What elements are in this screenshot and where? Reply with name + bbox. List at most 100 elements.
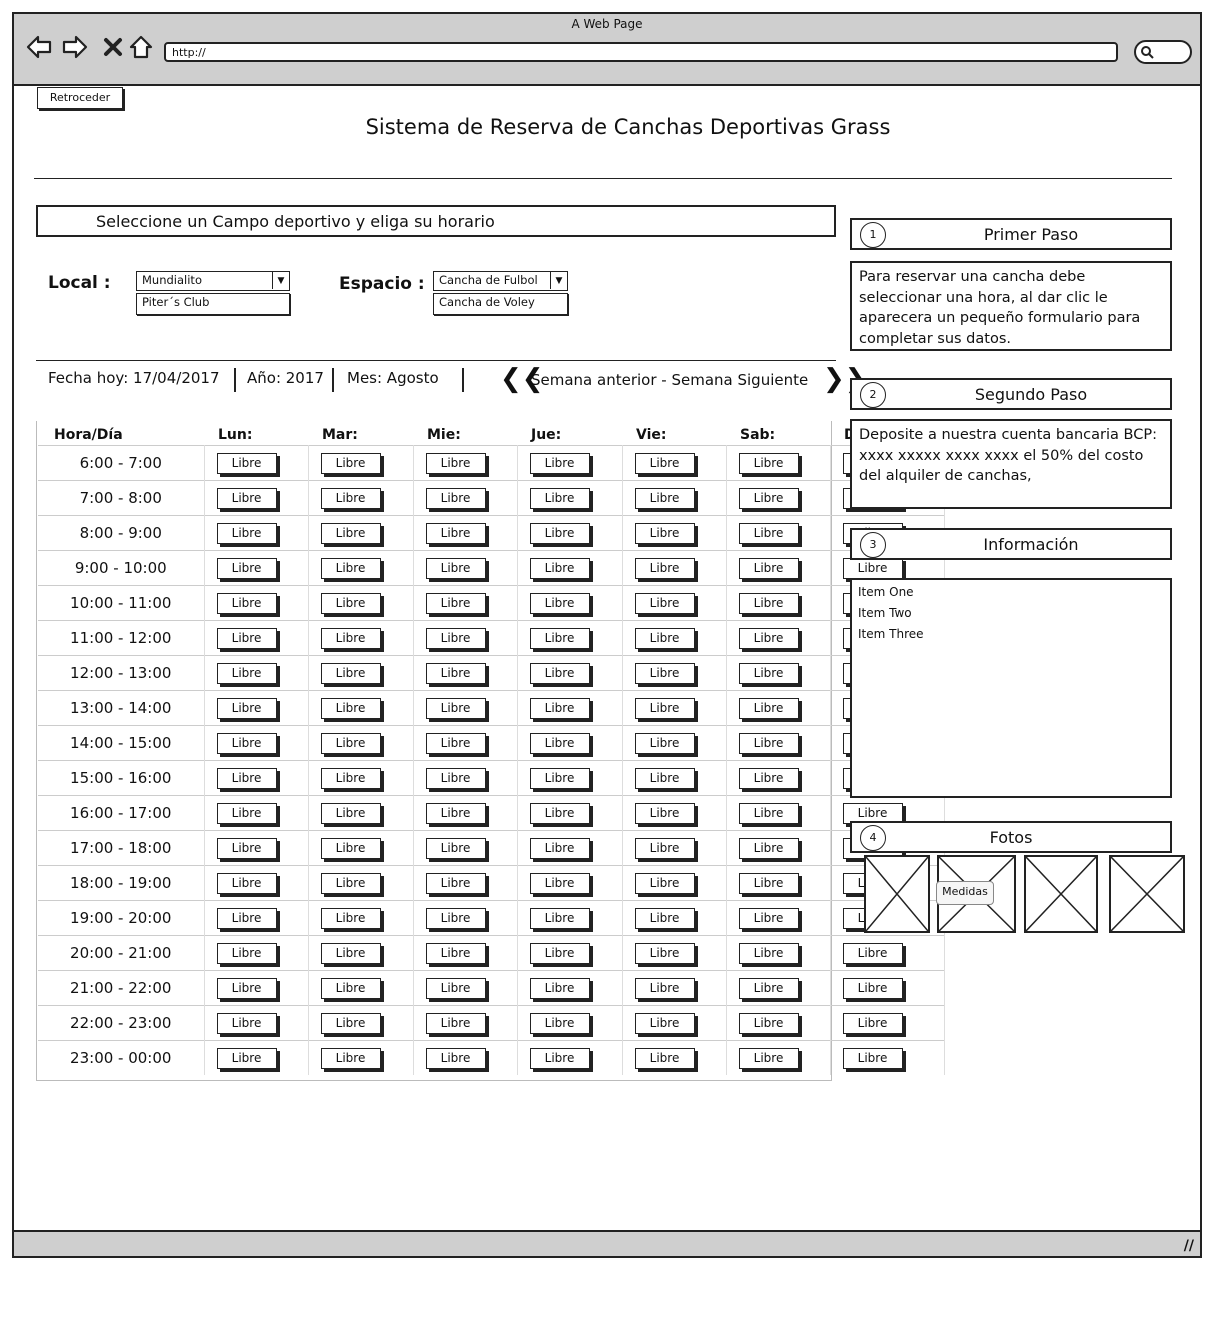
slot-button[interactable]: Libre (529, 907, 590, 929)
slot-button[interactable]: Libre (216, 767, 277, 789)
slot-button[interactable]: Libre (425, 697, 486, 719)
slot-button[interactable]: Libre (425, 767, 486, 789)
slot-button[interactable]: Libre (738, 662, 799, 684)
slot-button[interactable]: Libre (425, 487, 486, 509)
slot-button[interactable]: Libre (634, 1047, 695, 1069)
slot-button[interactable]: Libre (634, 872, 695, 894)
slot-button[interactable]: Libre (842, 1047, 903, 1069)
slot-button[interactable]: Libre (425, 1047, 486, 1069)
forward-arrow-icon[interactable] (62, 34, 88, 60)
slot-button[interactable]: Libre (216, 697, 277, 719)
slot-button[interactable]: Libre (216, 837, 277, 859)
slot-button[interactable]: Libre (425, 452, 486, 474)
slot-button[interactable]: Libre (425, 802, 486, 824)
slot-button[interactable]: Libre (529, 767, 590, 789)
slot-button[interactable]: Libre (634, 802, 695, 824)
slot-button[interactable]: Libre (738, 557, 799, 579)
slot-button[interactable]: Libre (738, 837, 799, 859)
slot-button[interactable]: Libre (634, 837, 695, 859)
slot-button[interactable]: Libre (425, 522, 486, 544)
slot-button[interactable]: Libre (216, 522, 277, 544)
slot-button[interactable]: Libre (529, 697, 590, 719)
slot-button[interactable]: Libre (529, 802, 590, 824)
back-button[interactable]: Retroceder (37, 87, 123, 109)
slot-button[interactable]: Libre (529, 1012, 590, 1034)
slot-button[interactable]: Libre (320, 767, 381, 789)
slot-button[interactable]: Libre (529, 872, 590, 894)
slot-button[interactable]: Libre (216, 1047, 277, 1069)
slot-button[interactable]: Libre (320, 732, 381, 754)
slot-button[interactable]: Libre (425, 837, 486, 859)
slot-button[interactable]: Libre (634, 557, 695, 579)
slot-button[interactable]: Libre (216, 732, 277, 754)
slot-button[interactable]: Libre (634, 1012, 695, 1034)
slot-button[interactable]: Libre (634, 977, 695, 999)
chevron-down-icon[interactable]: ▼ (272, 272, 289, 289)
slot-button[interactable]: Libre (320, 1012, 381, 1034)
slot-button[interactable]: Libre (634, 452, 695, 474)
slot-button[interactable]: Libre (842, 977, 903, 999)
slot-button[interactable]: Libre (425, 732, 486, 754)
slot-button[interactable]: Libre (320, 487, 381, 509)
local-dropdown[interactable]: Mundialito ▼ (136, 271, 290, 291)
slot-button[interactable]: Libre (216, 627, 277, 649)
slot-button[interactable]: Libre (634, 592, 695, 614)
slot-button[interactable]: Libre (529, 522, 590, 544)
slot-button[interactable]: Libre (320, 837, 381, 859)
espacio-dropdown[interactable]: Cancha de Fulbol ▼ (433, 271, 568, 291)
slot-button[interactable]: Libre (529, 452, 590, 474)
list-item[interactable]: Item Three (858, 624, 1164, 645)
slot-button[interactable]: Libre (216, 592, 277, 614)
slot-button[interactable]: Libre (529, 557, 590, 579)
slot-button[interactable]: Libre (738, 1047, 799, 1069)
slot-button[interactable]: Libre (842, 942, 903, 964)
slot-button[interactable]: Libre (216, 802, 277, 824)
slot-button[interactable]: Libre (738, 977, 799, 999)
slot-button[interactable]: Libre (320, 977, 381, 999)
slot-button[interactable]: Libre (634, 627, 695, 649)
slot-button[interactable]: Libre (216, 452, 277, 474)
chevron-down-icon[interactable]: ▼ (550, 272, 567, 289)
espacio-option[interactable]: Cancha de Voley (433, 293, 568, 315)
slot-button[interactable]: Libre (529, 977, 590, 999)
slot-button[interactable]: Libre (738, 767, 799, 789)
list-item[interactable]: Item One (858, 582, 1164, 603)
slot-button[interactable]: Libre (216, 557, 277, 579)
slot-button[interactable]: Libre (738, 732, 799, 754)
slot-button[interactable]: Libre (529, 1047, 590, 1069)
slot-button[interactable]: Libre (738, 1012, 799, 1034)
slot-button[interactable]: Libre (320, 522, 381, 544)
slot-button[interactable]: Libre (320, 872, 381, 894)
slot-button[interactable]: Libre (425, 907, 486, 929)
slot-button[interactable]: Libre (738, 592, 799, 614)
home-icon[interactable] (128, 34, 154, 60)
slot-button[interactable]: Libre (529, 942, 590, 964)
slot-button[interactable]: Libre (320, 1047, 381, 1069)
slot-button[interactable]: Libre (320, 802, 381, 824)
slot-button[interactable]: Libre (216, 662, 277, 684)
slot-button[interactable]: Libre (320, 452, 381, 474)
slot-button[interactable]: Libre (425, 942, 486, 964)
search-field[interactable] (1134, 40, 1192, 64)
slot-button[interactable]: Libre (738, 522, 799, 544)
slot-button[interactable]: Libre (425, 557, 486, 579)
week-nav-link[interactable]: Semana anterior - Semana Siguiente (531, 371, 808, 389)
slot-button[interactable]: Libre (216, 487, 277, 509)
slot-button[interactable]: Libre (634, 662, 695, 684)
slot-button[interactable]: Libre (216, 872, 277, 894)
slot-button[interactable]: Libre (738, 872, 799, 894)
slot-button[interactable]: Libre (425, 977, 486, 999)
slot-button[interactable]: Libre (320, 557, 381, 579)
local-option[interactable]: Piter´s Club (136, 293, 290, 315)
slot-button[interactable]: Libre (738, 697, 799, 719)
slot-button[interactable]: Libre (529, 732, 590, 754)
list-item[interactable]: Item Two (858, 603, 1164, 624)
slot-button[interactable]: Libre (216, 907, 277, 929)
slot-button[interactable]: Libre (320, 627, 381, 649)
slot-button[interactable]: Libre (738, 487, 799, 509)
slot-button[interactable]: Libre (738, 942, 799, 964)
slot-button[interactable]: Libre (842, 557, 903, 579)
back-arrow-icon[interactable] (26, 34, 52, 60)
slot-button[interactable]: Libre (216, 942, 277, 964)
slot-button[interactable]: Libre (634, 732, 695, 754)
